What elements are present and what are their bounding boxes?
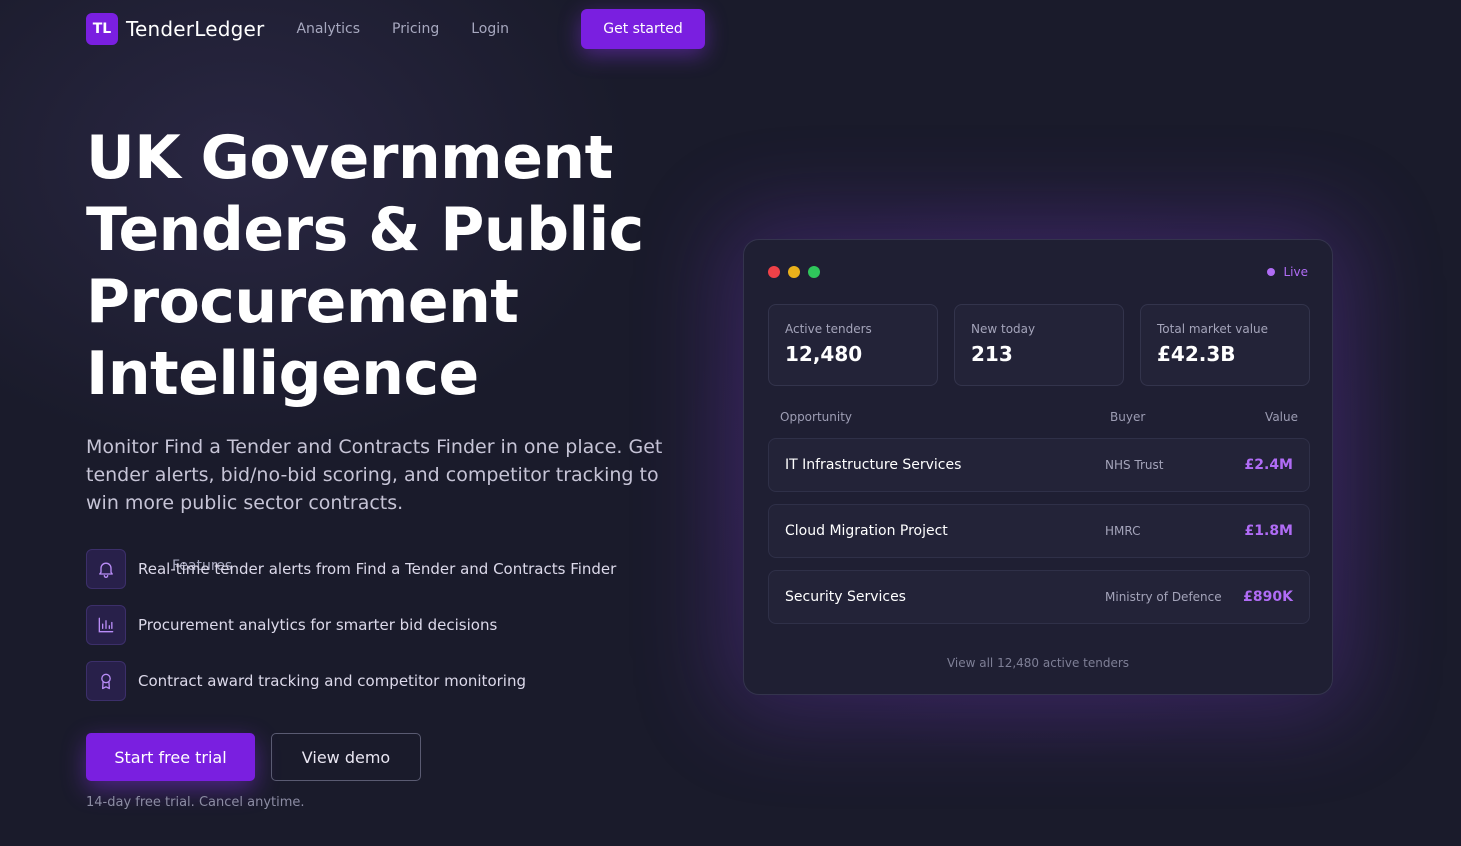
logo-text[interactable]: TenderLedger bbox=[126, 17, 264, 41]
feature-text: Procurement analytics for smarter bid de… bbox=[138, 616, 498, 634]
live-dot-icon bbox=[1267, 268, 1276, 276]
nav-link-analytics[interactable]: Analytics bbox=[296, 21, 360, 37]
buyer-name: NHS Trust bbox=[1105, 458, 1164, 472]
cta-row: Start free trial View demo bbox=[86, 733, 421, 781]
stat-label: New today bbox=[971, 322, 1036, 336]
buyer-name: HMRC bbox=[1105, 524, 1141, 538]
table-row[interactable]: Cloud Migration Project HMRC £1.8M bbox=[768, 504, 1310, 558]
feature-item: Contract award tracking and competitor m… bbox=[86, 661, 616, 701]
stat-label: Active tenders bbox=[785, 322, 872, 336]
feature-text: Contract award tracking and competitor m… bbox=[138, 672, 526, 690]
stat-label: Total market value bbox=[1157, 322, 1269, 336]
bell-icon bbox=[86, 549, 126, 589]
trial-note: 14-day free trial. Cancel anytime. bbox=[86, 795, 305, 810]
logo-mark[interactable]: TL bbox=[86, 13, 118, 45]
feature-item: Procurement analytics for smarter bid de… bbox=[86, 605, 616, 645]
stat-value: £42.3B bbox=[1157, 342, 1236, 366]
opportunity-name: Cloud Migration Project bbox=[785, 523, 948, 539]
buyer-name: Ministry of Defence bbox=[1105, 590, 1222, 604]
live-label: Live bbox=[1283, 265, 1308, 279]
hero-title-line: Tenders & Public bbox=[86, 195, 644, 265]
stat-card: Total market value £42.3B bbox=[1140, 304, 1310, 386]
maximize-dot-icon bbox=[808, 266, 820, 278]
contract-value: £890K bbox=[1243, 589, 1293, 605]
get-started-button[interactable]: Get started bbox=[581, 9, 705, 49]
start-free-trial-button[interactable]: Start free trial bbox=[86, 733, 255, 781]
column-header-opportunity: Opportunity bbox=[780, 410, 853, 424]
table-header: Opportunity Buyer Value bbox=[780, 410, 1310, 426]
hero-title: UK Government Tenders & Public Procureme… bbox=[86, 122, 686, 410]
feature-item: Real-time tender alerts from Find a Tend… bbox=[86, 549, 616, 589]
view-demo-button[interactable]: View demo bbox=[271, 733, 421, 781]
view-all-tenders-link[interactable]: View all 12,480 active tenders bbox=[744, 656, 1332, 670]
opportunity-name: Security Services bbox=[785, 589, 906, 605]
close-dot-icon bbox=[768, 266, 780, 278]
stat-card: New today 213 bbox=[954, 304, 1124, 386]
hero-title-line: Procurement bbox=[86, 267, 519, 337]
dashboard-preview-card: Live Active tenders 12,480 New today 213… bbox=[743, 239, 1333, 695]
table-row[interactable]: Security Services Ministry of Defence £8… bbox=[768, 570, 1310, 624]
stat-value: 213 bbox=[971, 342, 1013, 366]
feature-list: Real-time tender alerts from Find a Tend… bbox=[86, 549, 616, 717]
stat-card: Active tenders 12,480 bbox=[768, 304, 938, 386]
contract-value: £2.4M bbox=[1244, 457, 1293, 473]
opportunity-name: IT Infrastructure Services bbox=[785, 457, 962, 473]
tender-list: IT Infrastructure Services NHS Trust £2.… bbox=[768, 438, 1310, 636]
stat-value: 12,480 bbox=[785, 342, 863, 366]
hero-title-line: UK Government bbox=[86, 123, 613, 193]
nav-link-pricing[interactable]: Pricing bbox=[392, 21, 439, 37]
minimize-dot-icon bbox=[788, 266, 800, 278]
bar-chart-icon bbox=[86, 605, 126, 645]
column-header-value: Value bbox=[1265, 410, 1298, 424]
table-row[interactable]: IT Infrastructure Services NHS Trust £2.… bbox=[768, 438, 1310, 492]
award-icon bbox=[86, 661, 126, 701]
nav-link-login[interactable]: Login bbox=[471, 21, 509, 37]
hero-title-line: Intelligence bbox=[86, 339, 479, 409]
stats-row: Active tenders 12,480 New today 213 Tota… bbox=[768, 304, 1310, 386]
contract-value: £1.8M bbox=[1244, 523, 1293, 539]
live-indicator: Live bbox=[1267, 265, 1308, 279]
top-nav: TL TenderLedger Features Analytics Prici… bbox=[86, 9, 705, 574]
feature-text: Real-time tender alerts from Find a Tend… bbox=[138, 560, 617, 578]
hero-subtitle: Monitor Find a Tender and Contracts Find… bbox=[86, 436, 663, 514]
column-header-buyer: Buyer bbox=[1110, 410, 1146, 424]
window-controls bbox=[768, 266, 828, 278]
